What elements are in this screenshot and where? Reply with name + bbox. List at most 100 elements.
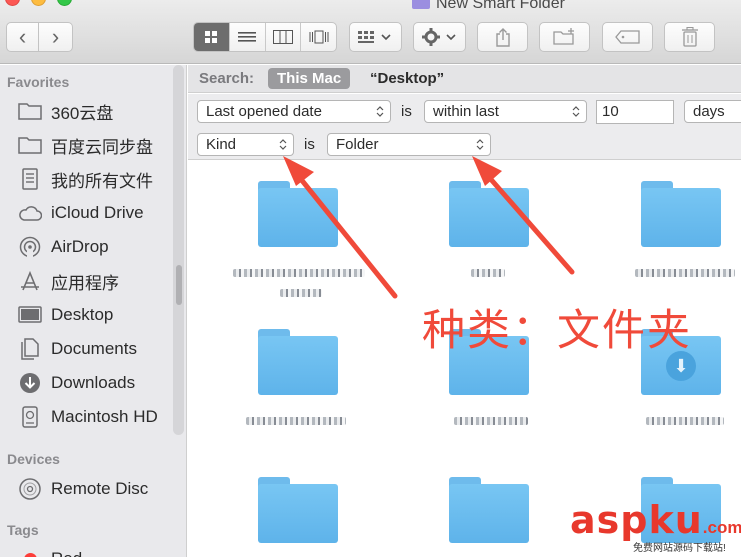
criteria-value-field[interactable]: 10 (596, 100, 674, 124)
blurred-filename (246, 417, 346, 425)
sidebar-item-desktop[interactable]: Desktop (18, 302, 113, 328)
cloud-icon (18, 202, 42, 224)
forward-button[interactable]: › (39, 22, 73, 52)
criteria-attribute-popup[interactable]: Last opened date (197, 100, 391, 123)
sidebar-item-360[interactable]: 360云盘 (18, 98, 113, 124)
sidebar-item-label: 百度云同步盘 (51, 137, 153, 157)
arrange-button[interactable] (349, 22, 402, 52)
sidebar-item-label: 应用程序 (51, 273, 119, 293)
back-button[interactable]: ‹ (6, 22, 39, 52)
sidebar-item-label: Documents (51, 339, 137, 358)
folder-item[interactable] (258, 477, 338, 543)
search-scope-bar: Search: This Mac “Desktop” (188, 65, 741, 93)
hard-drive-icon (18, 406, 42, 428)
cover-flow-view-button[interactable] (300, 23, 336, 51)
popup-value: Last opened date (206, 103, 322, 120)
share-button[interactable] (477, 22, 528, 52)
sidebar-item-baidu[interactable]: 百度云同步盘 (18, 132, 153, 158)
disc-icon (18, 478, 42, 500)
blurred-filename (280, 289, 322, 297)
folder-item[interactable] (449, 477, 529, 543)
watermark-brand-part: asp (570, 498, 649, 542)
new-folder-button[interactable] (539, 22, 590, 52)
applications-icon (18, 270, 42, 292)
trash-icon (681, 27, 698, 47)
documents-icon (18, 338, 42, 360)
sidebar-item-remote-disc[interactable]: Remote Disc (18, 476, 148, 502)
watermark-suffix: .com (702, 518, 741, 537)
sidebar-scroll-track[interactable] (173, 65, 184, 435)
site-watermark: aspku.com 免费网站源码下载站! (570, 498, 741, 554)
sidebar-item-tag-red[interactable]: Red (18, 546, 82, 557)
column-view-button[interactable] (264, 23, 301, 51)
tags-button[interactable] (602, 22, 653, 52)
zoom-window-button[interactable] (57, 0, 72, 6)
folder-icon (18, 100, 42, 122)
sidebar-item-applications[interactable]: 应用程序 (18, 268, 119, 294)
popup-value: days (693, 103, 725, 120)
sidebar-scroll-thumb[interactable] (176, 265, 182, 305)
sidebar-heading-devices: Devices (7, 451, 60, 467)
chevron-updown-icon (572, 106, 580, 117)
criteria-unit-popup[interactable]: days (684, 100, 741, 123)
search-criteria: Last opened date is within last 10 days … (188, 94, 741, 160)
sidebar-item-label: iCloud Drive (51, 203, 144, 222)
folder-item[interactable] (641, 181, 721, 247)
sidebar-item-icloud-drive[interactable]: iCloud Drive (18, 200, 144, 226)
columns-icon (272, 30, 293, 44)
criteria-kind-value-popup[interactable]: Folder (327, 133, 491, 156)
sidebar-heading-favorites: Favorites (7, 74, 70, 90)
folder-item[interactable] (449, 181, 529, 247)
icon-view-button[interactable] (194, 23, 229, 51)
action-button[interactable] (413, 22, 466, 52)
popup-value: Kind (206, 136, 237, 153)
blurred-filename (646, 417, 724, 425)
sidebar-item-label: AirDrop (51, 237, 109, 256)
sidebar-heading-tags: Tags (7, 522, 39, 538)
popup-value: within last (433, 103, 499, 120)
tag-icon (614, 30, 640, 44)
scope-this-mac-button[interactable]: This Mac (268, 68, 351, 89)
sidebar-item-downloads[interactable]: Downloads (18, 370, 135, 396)
sidebar-item-all-files[interactable]: 我的所有文件 (18, 166, 153, 192)
criteria-operator-popup[interactable]: within last (424, 100, 587, 123)
criteria-connector: is (304, 136, 315, 153)
desktop-icon (18, 304, 42, 326)
red-tag-dot-icon (18, 548, 42, 557)
sidebar-item-label: Desktop (51, 305, 114, 324)
sidebar: Favorites 360云盘 百度云同步盘 我的所有文件 iCloud Dri… (0, 65, 187, 557)
minimize-window-button[interactable] (31, 0, 46, 6)
blurred-filename (233, 269, 365, 277)
search-label: Search: (199, 70, 255, 87)
share-icon (495, 28, 510, 47)
back-icon: ‹ (18, 24, 27, 49)
smart-folder-icon (412, 0, 430, 9)
arrange-grid-icon (357, 31, 391, 43)
chevron-updown-icon (279, 139, 287, 150)
scope-desktop-button[interactable]: “Desktop” (370, 70, 444, 87)
blurred-filename (471, 269, 505, 277)
folder-item[interactable] (258, 329, 338, 395)
blurred-filename (454, 417, 528, 425)
criteria-connector: is (401, 103, 412, 120)
chevron-updown-icon (376, 106, 384, 117)
popup-value: Folder (336, 136, 379, 153)
trash-button[interactable] (664, 22, 715, 52)
annotation-label: 种类：文件夹 (422, 306, 692, 356)
list-icon (238, 31, 257, 42)
sidebar-item-macintosh-hd[interactable]: Macintosh HD (18, 404, 158, 430)
folder-icon (18, 134, 42, 156)
watermark-brand: aspku (570, 498, 703, 542)
finder-toolbar: New Smart Folder ‹ › (0, 0, 741, 64)
sidebar-item-documents[interactable]: Documents (18, 336, 137, 362)
sidebar-item-label: 我的所有文件 (51, 171, 153, 191)
sidebar-item-airdrop[interactable]: AirDrop (18, 234, 109, 260)
folder-item[interactable] (258, 181, 338, 247)
watermark-brand-part: ku (648, 498, 703, 542)
new-folder-icon (552, 28, 574, 45)
list-view-button[interactable] (228, 23, 265, 51)
all-files-icon (18, 168, 42, 190)
close-window-button[interactable] (5, 0, 20, 6)
criteria-kind-popup[interactable]: Kind (197, 133, 294, 156)
window-title: New Smart Folder (412, 0, 565, 13)
